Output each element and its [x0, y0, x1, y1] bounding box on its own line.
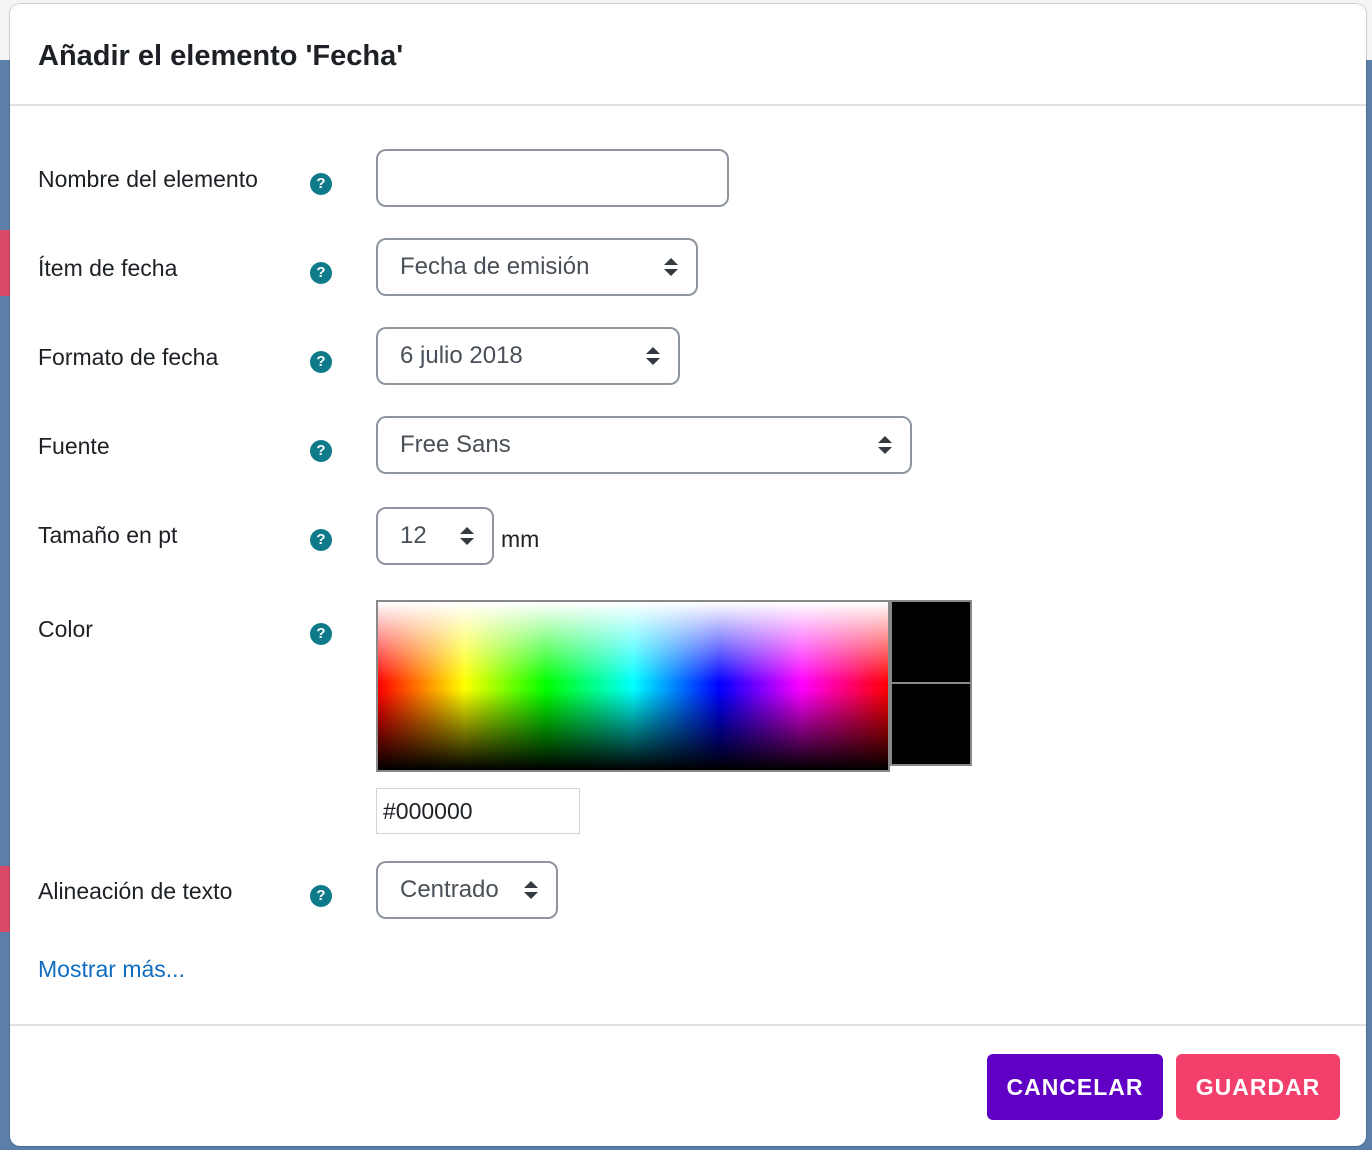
size-label: Tamaño en pt: [38, 522, 178, 548]
save-button[interactable]: GUARDAR: [1176, 1054, 1340, 1120]
add-date-element-dialog: Añadir el elemento 'Fecha' Nombre del el…: [10, 4, 1366, 1146]
dialog-header: Añadir el elemento 'Fecha': [10, 4, 1366, 106]
sort-arrows-icon: [878, 436, 892, 454]
question-circle-icon[interactable]: ?: [310, 623, 332, 645]
element-name-input[interactable]: [376, 149, 729, 207]
show-more-link[interactable]: Mostrar más...: [38, 956, 185, 983]
question-circle-icon[interactable]: ?: [310, 351, 332, 373]
size-selected-value: 12: [400, 522, 427, 549]
date-item-selected-value: Fecha de emisión: [400, 253, 590, 280]
sort-arrows-icon: [646, 347, 660, 365]
sort-arrows-icon: [524, 881, 538, 899]
question-circle-icon[interactable]: ?: [310, 529, 332, 551]
color-preview-swatch: [890, 600, 972, 684]
question-circle-icon[interactable]: ?: [310, 885, 332, 907]
text-alignment-select[interactable]: Centrado: [376, 861, 558, 919]
question-circle-icon[interactable]: ?: [310, 173, 332, 195]
question-circle-icon[interactable]: ?: [310, 262, 332, 284]
text-alignment-label: Alineación de texto: [38, 878, 233, 904]
text-alignment-selected-value: Centrado: [400, 876, 499, 903]
element-name-label: Nombre del elemento: [38, 166, 258, 192]
cancel-button[interactable]: CANCELAR: [987, 1054, 1163, 1120]
date-format-select[interactable]: 6 julio 2018: [376, 327, 680, 385]
question-circle-icon[interactable]: ?: [310, 440, 332, 462]
date-item-select[interactable]: Fecha de emisión: [376, 238, 698, 296]
font-selected-value: Free Sans: [400, 431, 511, 458]
footer-divider: [10, 1024, 1366, 1026]
color-palette-picker[interactable]: [376, 600, 890, 772]
color-hex-input[interactable]: [376, 788, 580, 834]
date-format-selected-value: 6 julio 2018: [400, 342, 523, 369]
date-item-label: Ítem de fecha: [38, 255, 178, 281]
font-label: Fuente: [38, 433, 110, 459]
sort-arrows-icon: [460, 527, 474, 545]
size-unit-label: mm: [501, 526, 540, 552]
color-label: Color: [38, 616, 93, 642]
sort-arrows-icon: [664, 258, 678, 276]
date-format-label: Formato de fecha: [38, 344, 219, 370]
size-select[interactable]: 12: [376, 507, 494, 565]
font-select[interactable]: Free Sans: [376, 416, 912, 474]
dialog-title: Añadir el elemento 'Fecha': [38, 40, 404, 72]
color-current-swatch: [890, 682, 972, 766]
